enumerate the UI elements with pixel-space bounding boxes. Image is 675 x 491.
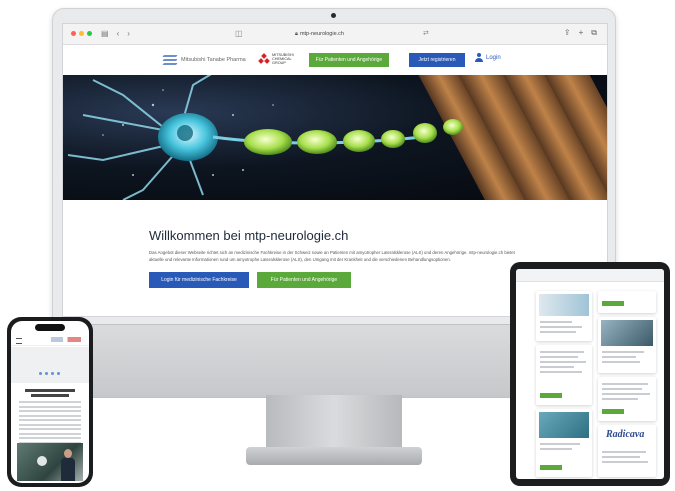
zoom-window-button[interactable] <box>87 31 92 36</box>
hamburger-menu-icon[interactable] <box>16 338 22 344</box>
video-thumbnail[interactable] <box>539 412 589 438</box>
brand-name: Mitsubishi Tanabe Pharma <box>181 57 246 63</box>
tabs-overview-icon[interactable]: ⧉ <box>591 28 597 38</box>
card-button[interactable] <box>602 409 624 414</box>
tablet-screen: Radicava <box>516 269 664 479</box>
card-image <box>539 294 589 316</box>
tablet-card[interactable]: Radicava <box>598 425 656 477</box>
browser-toolbar: ▤ ‹ › ◫ 🔒︎ mtp-neurologie.ch ⇄ ⇪ + ⧉ <box>63 24 607 45</box>
tablet-card[interactable] <box>598 291 656 313</box>
hero-image <box>63 75 607 200</box>
shield-icon[interactable]: ◫ <box>235 29 243 38</box>
card-button[interactable] <box>540 465 562 470</box>
address-bar[interactable]: 🔒︎ mtp-neurologie.ch <box>295 29 375 39</box>
close-window-button[interactable] <box>71 31 76 36</box>
lock-icon: 🔒︎ <box>295 30 298 37</box>
phone-screen <box>11 321 89 483</box>
user-icon <box>475 53 483 62</box>
login-label: Login <box>486 54 501 61</box>
group-logo-text: MITSUBISHI CHEMICAL GROUP <box>272 53 294 65</box>
new-tab-icon[interactable]: + <box>579 28 584 38</box>
video-thumbnail[interactable] <box>601 320 653 346</box>
phone-hero-band <box>11 347 89 383</box>
brand-mark-icon <box>162 55 178 65</box>
phone-text-block <box>19 401 81 446</box>
login-professionals-button[interactable]: Login für medizinische Fachkreise <box>149 272 249 288</box>
welcome-section: Willkommen bei mtp-neurologie.ch Das Ang… <box>149 228 519 288</box>
phone-nav <box>11 335 89 346</box>
card-button[interactable] <box>540 393 562 398</box>
translate-icon[interactable]: ⇄ <box>423 29 429 37</box>
imac-foot <box>246 447 422 465</box>
tablet-card[interactable] <box>598 317 656 373</box>
back-icon[interactable]: ‹ <box>117 29 120 38</box>
forward-icon[interactable]: › <box>127 29 130 38</box>
site-header: Mitsubishi Tanabe Pharma MITSUBISHI CHEM… <box>63 45 607 75</box>
brand-logo[interactable]: Mitsubishi Tanabe Pharma <box>162 55 246 65</box>
browser-actions: ⇪ + ⧉ <box>564 28 597 38</box>
login-link[interactable]: Login <box>475 53 501 62</box>
patients-button[interactable]: Für Patienten und Angehörige <box>309 53 389 67</box>
welcome-buttons: Login für medizinische Fachkreise Für Pa… <box>149 272 519 288</box>
patients-relatives-button[interactable]: Für Patienten und Angehörige <box>257 272 351 288</box>
imac-stand <box>266 395 402 449</box>
tablet-topbar <box>516 269 664 282</box>
phone-logo[interactable] <box>51 337 81 342</box>
neuron-illustration <box>67 75 607 200</box>
play-icon[interactable] <box>37 456 47 466</box>
group-logo: MITSUBISHI CHEMICAL GROUP <box>258 53 294 65</box>
phone-video[interactable] <box>17 443 83 481</box>
carousel-dots[interactable] <box>39 372 60 375</box>
tablet-card[interactable] <box>598 377 656 421</box>
three-diamonds-icon <box>258 53 270 64</box>
welcome-text: Das Angebot dieser Webseite richtet sich… <box>149 250 515 262</box>
presenter-image <box>61 449 75 481</box>
tablet-device: Radicava <box>510 262 670 486</box>
tablet-card[interactable] <box>536 409 592 477</box>
card-button[interactable] <box>602 301 624 306</box>
phone-notch <box>35 324 65 331</box>
register-button[interactable]: Jetzt registrieren <box>409 53 465 67</box>
phone-device <box>7 317 93 487</box>
minimize-window-button[interactable] <box>79 31 84 36</box>
tablet-card[interactable] <box>536 345 592 405</box>
phone-heading-block <box>19 387 81 399</box>
radicava-logo: Radicava <box>606 429 645 440</box>
welcome-title: Willkommen bei mtp-neurologie.ch <box>149 228 349 243</box>
browser-nav: ▤ ‹ › <box>101 29 130 38</box>
camera <box>331 13 336 18</box>
share-icon[interactable]: ⇪ <box>564 28 571 38</box>
tablet-card[interactable] <box>536 291 592 341</box>
window-controls <box>71 31 92 36</box>
url-text: mtp-neurologie.ch <box>299 31 344 37</box>
sidebar-icon[interactable]: ▤ <box>101 29 109 38</box>
